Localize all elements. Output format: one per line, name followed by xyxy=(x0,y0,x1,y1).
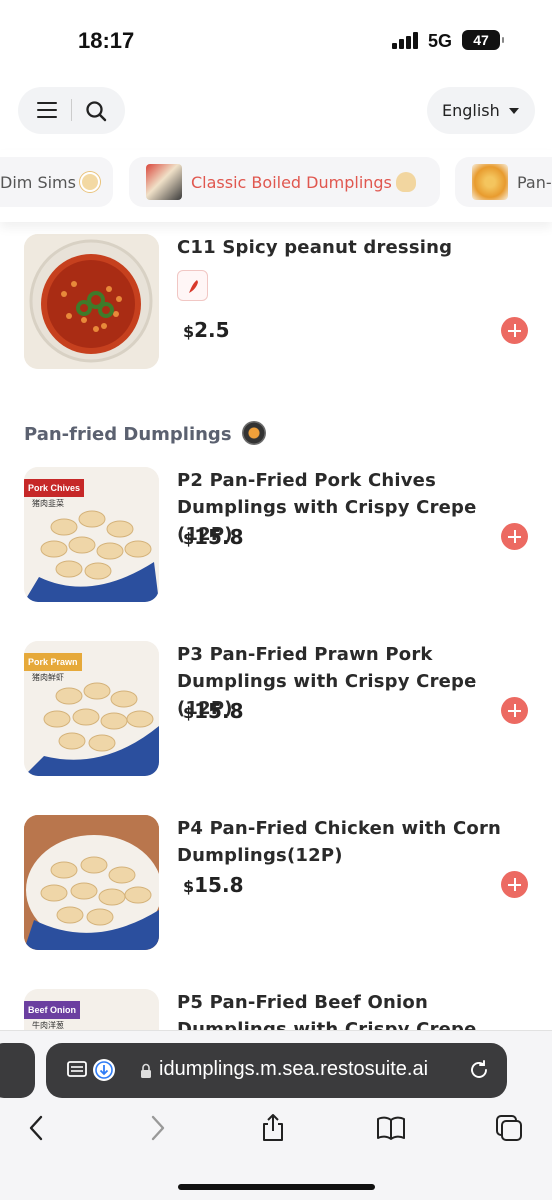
item-price: $15.8 xyxy=(183,699,244,723)
package-label: Pork Prawn xyxy=(24,653,82,671)
add-button[interactable] xyxy=(501,871,528,898)
menu-search-group xyxy=(18,87,125,134)
tab-label: Dim Sims xyxy=(0,172,76,192)
add-button[interactable] xyxy=(501,317,528,344)
status-bar: 18:17 5G 47 xyxy=(0,0,552,80)
add-button[interactable] xyxy=(501,523,528,550)
category-tabs: Dim Sims Classic Boiled Dumplings Pan- xyxy=(0,150,552,222)
reload-icon[interactable] xyxy=(468,1059,490,1081)
chef-icon xyxy=(79,172,100,192)
item-photo: Pork Prawn 猪肉鲜虾 xyxy=(24,641,159,776)
item-price: $15.8 xyxy=(183,525,244,549)
dumpling-icon xyxy=(395,172,416,192)
item-photo xyxy=(24,234,159,369)
category-thumbnail xyxy=(146,164,182,200)
add-button[interactable] xyxy=(501,697,528,724)
item-photo xyxy=(24,815,159,950)
item-name: P4 Pan-Fried Chicken with Corn Dumplings… xyxy=(177,818,502,866)
bookmarks-icon[interactable] xyxy=(376,1113,406,1143)
caret-down-icon xyxy=(509,108,519,114)
search-icon[interactable] xyxy=(84,99,108,123)
tab-pan-fried[interactable]: Pan- xyxy=(455,157,552,207)
url-text: idumplings.m.sea.restosuite.ai xyxy=(159,1058,429,1080)
section-title: Pan-fried Dumplings xyxy=(24,421,266,445)
share-icon[interactable] xyxy=(258,1113,288,1143)
item-price: $15.8 xyxy=(183,873,244,897)
back-icon[interactable] xyxy=(22,1113,52,1143)
tab-dim-sims[interactable]: Dim Sims xyxy=(0,157,113,207)
package-label: Beef Onion xyxy=(24,1001,81,1019)
browser-toolbar: idumplings.m.sea.restosuite.ai xyxy=(0,1030,552,1200)
forward-icon[interactable] xyxy=(142,1113,172,1143)
network-type: 5G xyxy=(428,31,453,51)
item-photo: Pork Chives 猪肉韭菜 xyxy=(24,467,159,602)
chili-icon xyxy=(177,270,208,301)
address-bar[interactable]: idumplings.m.sea.restosuite.ai xyxy=(46,1043,507,1098)
package-sublabel: 猪肉鲜虾 xyxy=(32,673,64,682)
tabs-icon[interactable] xyxy=(494,1113,524,1143)
previous-tab[interactable] xyxy=(0,1043,35,1098)
reader-icon[interactable] xyxy=(67,1061,89,1079)
download-icon[interactable] xyxy=(93,1059,115,1081)
divider xyxy=(71,99,72,121)
menu-icon[interactable] xyxy=(37,102,57,119)
tab-classic-boiled-dumplings[interactable]: Classic Boiled Dumplings xyxy=(129,157,440,207)
tab-label: Pan- xyxy=(517,172,552,192)
category-thumbnail xyxy=(472,164,508,200)
package-sublabel: 猪肉韭菜 xyxy=(32,499,64,508)
package-label: Pork Chives xyxy=(24,479,85,497)
language-label: English xyxy=(442,101,500,120)
battery-icon: 47 xyxy=(462,30,504,50)
lock-icon xyxy=(141,1063,151,1078)
home-indicator xyxy=(178,1184,375,1190)
tab-label: Classic Boiled Dumplings xyxy=(191,172,392,192)
item-name: C11 Spicy peanut dressing xyxy=(177,237,453,258)
signal-icon xyxy=(392,32,420,49)
frying-pan-icon xyxy=(241,421,266,445)
status-time: 18:17 xyxy=(78,28,135,53)
item-price: $2.5 xyxy=(183,318,230,342)
language-selector[interactable]: English xyxy=(427,87,535,134)
